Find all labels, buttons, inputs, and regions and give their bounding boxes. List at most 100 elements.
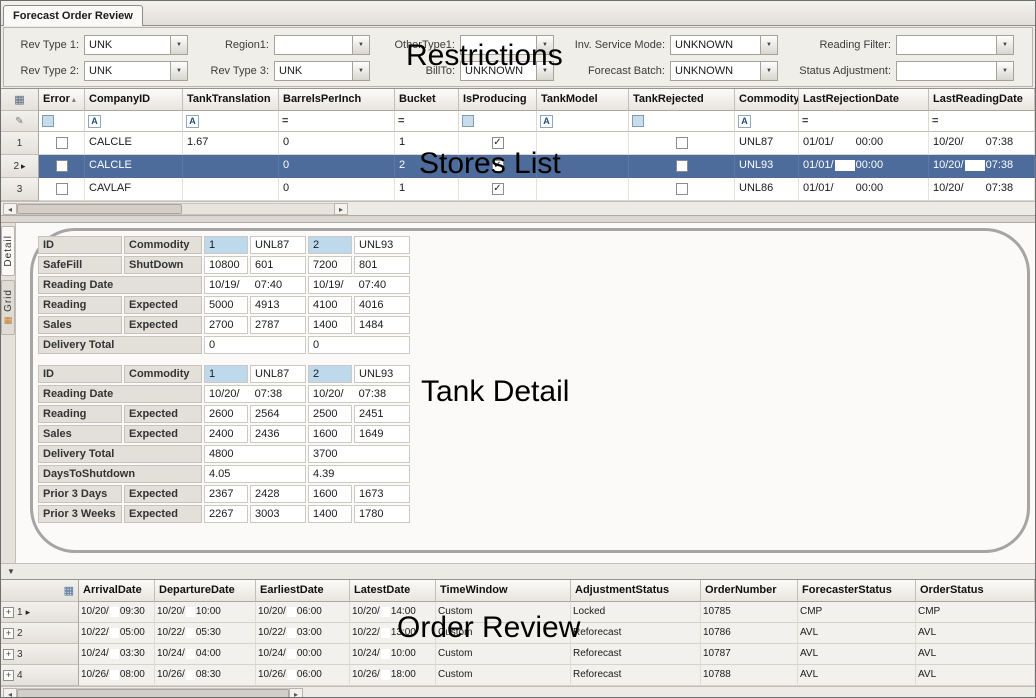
scroll-right-button[interactable]: ▸ [289,688,303,698]
chevron-down-icon[interactable]: ▼ [352,36,369,54]
cell-timewindow[interactable]: Custom [436,602,571,623]
cell-error[interactable] [39,132,85,155]
column-header-commodity[interactable]: Commodity [735,89,799,111]
column-header-isproducing[interactable]: IsProducing [459,89,537,111]
column-header-companyid[interactable]: CompanyID [85,89,183,111]
column-header-lastrejectiondate[interactable]: LastRejectionDate [799,89,929,111]
cell-lastreadingdate[interactable]: 10/20/07:38 [929,178,1035,201]
cell-forecasterstatus[interactable]: AVL [798,665,916,686]
cell-arrivaldate[interactable]: 10/20/09:30 [79,602,155,623]
tab-forecast-order-review[interactable]: Forecast Order Review [3,5,143,26]
order-row[interactable]: +310/24/03:3010/24/04:0010/24/00:0010/24… [1,644,1035,665]
cell-ordernumber[interactable]: 10787 [701,644,798,665]
combo-forecast-batch[interactable]: UNKNOWN▼ [670,61,778,81]
cell-companyid[interactable]: CALCLE [85,155,183,178]
cell-departuredate[interactable]: 10/20/10:00 [155,602,256,623]
scroll-track[interactable] [17,688,289,698]
cell-tankrejected[interactable] [629,155,735,178]
cell-timewindow[interactable]: Custom [436,623,571,644]
cell-commodity[interactable]: UNL87 [735,132,799,155]
chevron-down-icon[interactable]: ▼ [996,62,1013,80]
expand-row-button[interactable]: + [3,670,14,681]
filter-cell-bucket[interactable]: = [395,111,459,132]
column-header-bucket[interactable]: Bucket [395,89,459,111]
cell-companyid[interactable]: CAVLAF [85,178,183,201]
checkbox[interactable]: ✓ [492,137,504,149]
cell-companyid[interactable]: CALCLE [85,132,183,155]
filter-cell-lastreadingdate[interactable]: = [929,111,1035,132]
chevron-down-icon[interactable]: ▼ [170,36,187,54]
combo-rev-type-3[interactable]: UNK▼ [274,61,370,81]
chevron-down-icon[interactable]: ▼ [536,36,553,54]
column-header-timewindow[interactable]: TimeWindow [436,580,571,602]
checkbox[interactable] [676,137,688,149]
filter-cell-tankrejected[interactable] [629,111,735,132]
cell-earliestdate[interactable]: 10/20/06:00 [256,602,350,623]
cell-lastreadingdate[interactable]: 10/20/07:38 [929,132,1035,155]
cell-latestdate[interactable]: 10/24/10:00 [350,644,436,665]
column-header-departuredate[interactable]: DepartureDate [155,580,256,602]
expand-row-button[interactable]: + [3,649,14,660]
scroll-thumb[interactable] [17,689,289,698]
column-header-tankrejected[interactable]: TankRejected [629,89,735,111]
cell-arrivaldate[interactable]: 10/22/05:00 [79,623,155,644]
column-header-orderstatus[interactable]: OrderStatus [916,580,1035,602]
combo-reading-filter[interactable]: ▼ [896,35,1014,55]
cell-barrelsperinch[interactable]: 0 [279,155,395,178]
grid-selector-icon[interactable]: ▦ [1,89,39,111]
checkbox[interactable] [56,183,68,195]
expand-row-button[interactable]: + [3,628,14,639]
scroll-left-button[interactable]: ◂ [3,203,17,215]
cell-orderstatus[interactable]: AVL [916,665,1035,686]
cell-orderstatus[interactable]: CMP [916,602,1035,623]
scroll-right-button[interactable]: ▸ [334,203,348,215]
cell-tankmodel[interactable] [537,155,629,178]
filter-cell-tankmodel[interactable]: A [537,111,629,132]
checkbox[interactable] [676,160,688,172]
combo-inv-service-mode[interactable]: UNKNOWN▼ [670,35,778,55]
cell-departuredate[interactable]: 10/26/08:30 [155,665,256,686]
chevron-down-icon[interactable]: ▼ [536,62,553,80]
column-header-arrivaldate[interactable]: ArrivalDate [79,580,155,602]
checkbox[interactable] [676,183,688,195]
cell-departuredate[interactable]: 10/24/04:00 [155,644,256,665]
cell-commodity[interactable]: UNL86 [735,178,799,201]
detail-tab-grid[interactable]: Grid▦ [1,280,15,336]
column-header-ordernumber[interactable]: OrderNumber [701,580,798,602]
cell-commodity[interactable]: UNL93 [735,155,799,178]
cell-timewindow[interactable]: Custom [436,644,571,665]
cell-tankmodel[interactable] [537,178,629,201]
combo-billto[interactable]: UNKNOWN▼ [460,61,554,81]
cell-forecasterstatus[interactable]: CMP [798,602,916,623]
grid-options-icon[interactable]: ▦ [64,584,74,597]
stores-row[interactable]: 2▸CALCLE02✓UNL9301/01/00:0010/20/07:38 [1,155,1035,178]
cell-tankrejected[interactable] [629,178,735,201]
filter-cell-isproducing[interactable] [459,111,537,132]
order-row[interactable]: +410/26/08:0010/26/08:3010/26/06:0010/26… [1,665,1035,686]
cell-lastrejectiondate[interactable]: 01/01/00:00 [799,178,929,201]
cell-adjustmentstatus[interactable]: Reforecast [571,623,701,644]
cell-forecasterstatus[interactable]: AVL [798,644,916,665]
checkbox[interactable]: ✓ [492,183,504,195]
checkbox[interactable] [56,137,68,149]
cell-arrivaldate[interactable]: 10/24/03:30 [79,644,155,665]
combo-status-adjustment[interactable]: ▼ [896,61,1014,81]
cell-isproducing[interactable]: ✓ [459,155,537,178]
cell-latestdate[interactable]: 10/26/18:00 [350,665,436,686]
cell-isproducing[interactable]: ✓ [459,178,537,201]
cell-orderstatus[interactable]: AVL [916,623,1035,644]
cell-forecasterstatus[interactable]: AVL [798,623,916,644]
chevron-down-icon[interactable]: ▼ [760,36,777,54]
cell-bucket[interactable]: 2 [395,155,459,178]
scroll-left-button[interactable]: ◂ [3,688,17,698]
combo-rev-type-1[interactable]: UNK▼ [84,35,188,55]
cell-isproducing[interactable]: ✓ [459,132,537,155]
column-header-barrelsperinch[interactable]: BarrelsPerInch [279,89,395,111]
order-row[interactable]: +210/22/05:0010/22/05:3010/22/03:0010/22… [1,623,1035,644]
scroll-thumb[interactable] [17,204,182,214]
cell-adjustmentstatus[interactable]: Locked [571,602,701,623]
cell-earliestdate[interactable]: 10/22/03:00 [256,623,350,644]
cell-tanktranslation[interactable]: 1.67 [183,132,279,155]
detail-tab-detail[interactable]: Detail [1,226,15,276]
cell-bucket[interactable]: 1 [395,132,459,155]
